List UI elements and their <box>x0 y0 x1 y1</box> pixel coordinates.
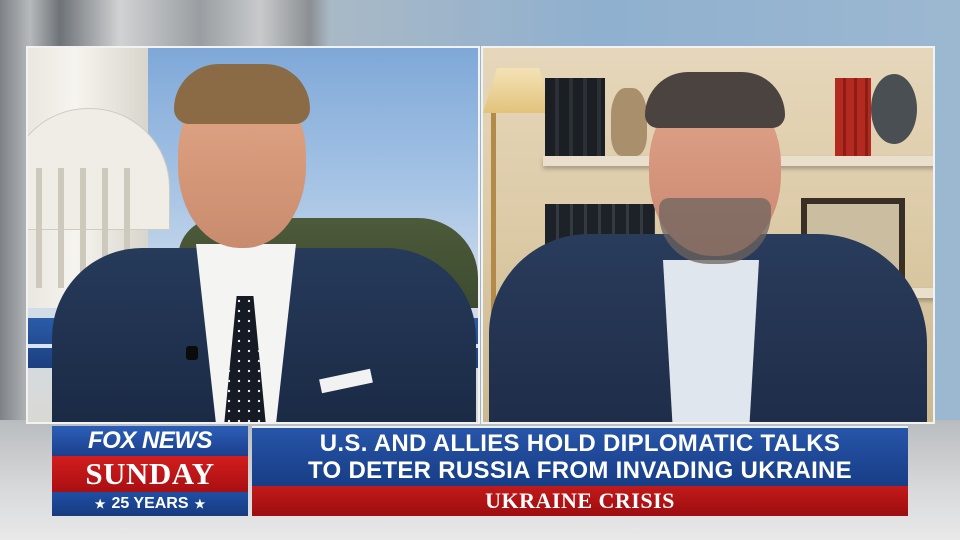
guest-shirt <box>663 260 759 422</box>
topic-banner: UKRAINE CRISIS <box>252 486 908 516</box>
lapel-microphone <box>186 346 198 360</box>
star-icon: ★ <box>94 497 106 511</box>
logo-show-name: SUNDAY <box>52 456 248 492</box>
show-name-text: SUNDAY <box>85 456 215 491</box>
anniversary-text: 25 YEARS <box>111 495 189 512</box>
anchor-hair <box>174 64 310 124</box>
star-icon: ★ <box>194 497 206 511</box>
logo-network-name: FOX NEWS <box>52 426 248 456</box>
headline-line-2: TO DETER RUSSIA FROM INVADING UKRAINE <box>307 457 852 484</box>
anchor-person <box>28 48 478 422</box>
network-name-text: FOX NEWS <box>87 427 213 454</box>
logo-anniversary: ★ 25 YEARS ★ <box>52 492 248 516</box>
headline-bar: U.S. AND ALLIES HOLD DIPLOMATIC TALKS TO… <box>252 426 908 486</box>
network-logo: FOX NEWS SUNDAY ★ 25 YEARS ★ <box>52 426 248 516</box>
guest-person <box>483 48 933 422</box>
headline-line-1: U.S. AND ALLIES HOLD DIPLOMATIC TALKS <box>319 430 841 457</box>
video-panel-guest <box>481 46 935 424</box>
video-panel-anchor <box>26 46 480 424</box>
topic-banner-text: UKRAINE CRISIS <box>485 488 675 513</box>
guest-hair <box>645 72 785 128</box>
